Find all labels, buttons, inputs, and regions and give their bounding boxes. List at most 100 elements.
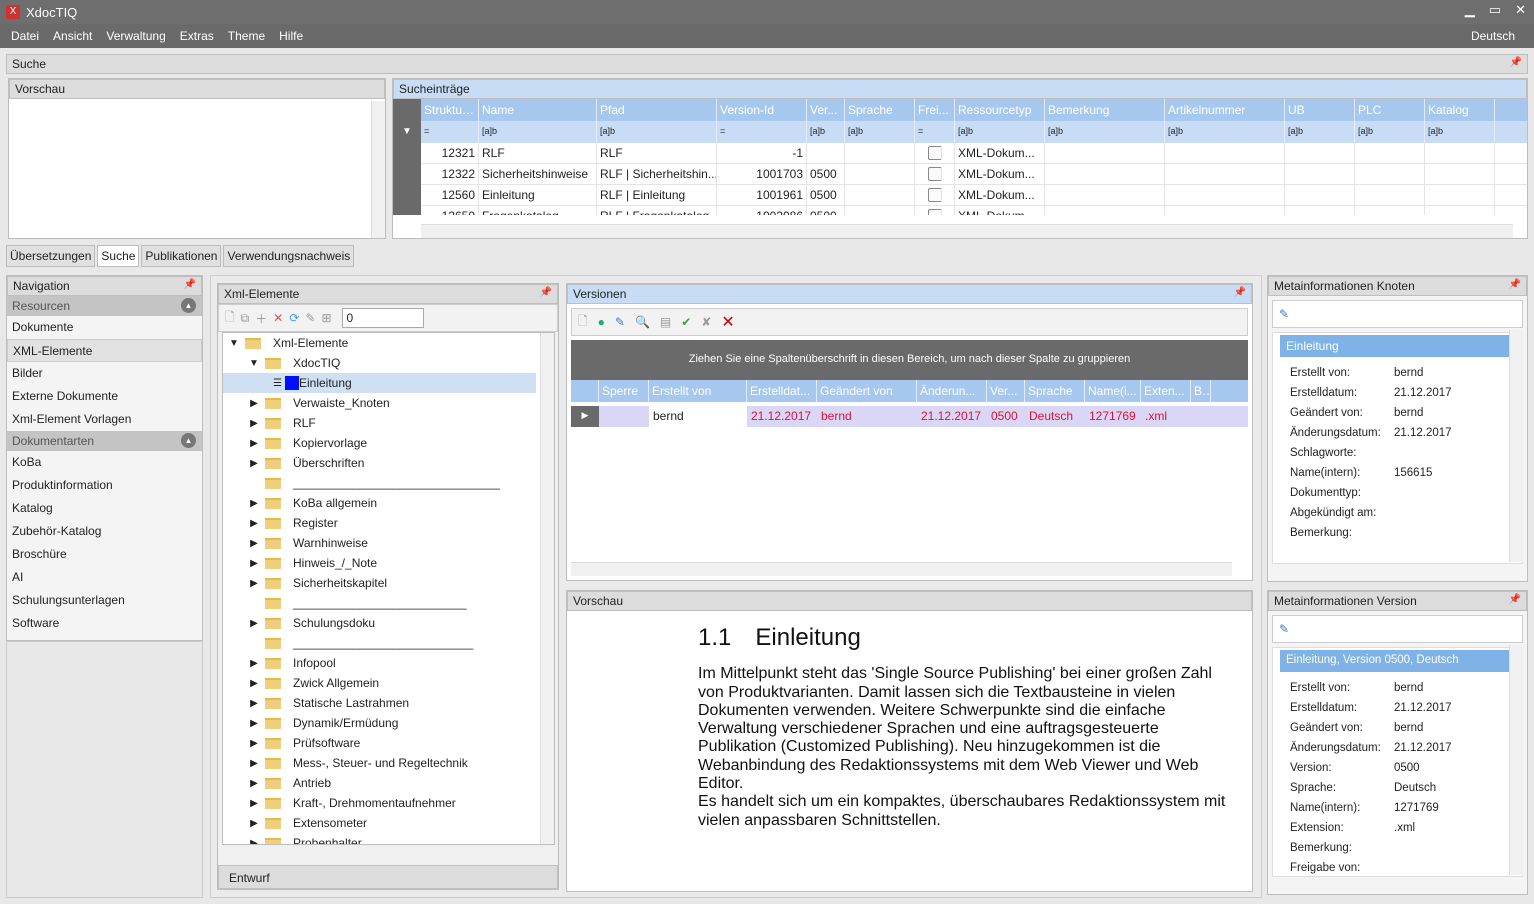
expand-arrow-icon[interactable]: ▶ [247,518,261,529]
menu-datei[interactable]: Datei [4,29,46,43]
delete-icon[interactable]: ✕ [273,311,283,325]
pin-icon[interactable]: 📌 [1509,279,1521,290]
pin-icon[interactable]: 📌 [1510,57,1522,68]
expand-arrow-icon[interactable]: ▶ [247,498,261,509]
column-header[interactable]: Name(i... [1085,380,1141,402]
chevron-up-icon[interactable]: ▲ [181,298,196,313]
new-document-icon[interactable]: 🗋 [225,308,235,329]
tree-node[interactable]: ▶ Probenhalter [223,833,554,844]
column-header[interactable]: Änderun... [917,380,987,402]
expand-arrow-icon[interactable]: ▶ [247,658,261,669]
menu-ansicht[interactable]: Ansicht [46,29,99,43]
column-header[interactable]: Sperre [599,380,649,402]
expand-arrow-icon[interactable]: ▶ [247,698,261,709]
tree-node[interactable]: ▼ Xml-Elemente [223,333,554,353]
preview-icon[interactable]: 🔍 [635,315,650,329]
column-header[interactable]: Ben [1191,380,1211,402]
pin-icon[interactable]: 📌 [540,287,552,298]
table-row[interactable]: 12560 Einleitung RLF | Einleitung 1001961 05… [421,185,1527,206]
tab-suche[interactable]: Suche [97,245,140,267]
meta-node-scrollbar[interactable] [1509,330,1523,562]
tree-node[interactable]: ▼ XdocTIQ [223,353,554,373]
tree-node[interactable]: _______________________________ [223,473,554,493]
release-checkbox[interactable] [927,209,942,215]
tree-node[interactable]: ▶ Verwaiste_Knoten [223,393,554,413]
edit-icon[interactable]: ✎ [305,311,315,325]
expand-arrow-icon[interactable]: ▶ [247,418,261,429]
column-filter[interactable]: = [915,121,955,143]
language-menu[interactable]: Deutsch [1464,29,1522,43]
column-header[interactable]: Ver... [807,99,845,121]
edit-meta-icon[interactable]: ✎ [1279,622,1289,636]
expand-arrow-icon[interactable]: ▶ [247,738,261,749]
release-checkbox[interactable] [927,167,942,181]
approve-icon[interactable]: ✔ [681,315,691,329]
nav-item[interactable]: KoBa [7,451,202,474]
expand-arrow-icon[interactable]: ▶ [247,578,261,589]
tree-node[interactable]: ___________________________ [223,633,554,653]
expand-arrow-icon[interactable]: ▶ [247,398,261,409]
column-header[interactable]: Frei... [915,99,955,121]
menu-theme[interactable]: Theme [221,29,272,43]
tab-publikationen[interactable]: Publikationen [141,245,222,267]
expand-arrow-icon[interactable]: ▶ [247,718,261,729]
column-header[interactable]: Artikelnummer [1165,99,1285,121]
tree-node[interactable]: __________________________ [223,593,554,613]
column-header[interactable]: Geändert von [817,380,917,402]
column-header[interactable]: Pfad [597,99,717,121]
pin-icon[interactable]: 📌 [184,279,196,290]
tree-node[interactable]: ☰ Einleitung [223,373,536,393]
tree-node[interactable]: ▶ Dynamik/Ermüdung [223,713,554,733]
filter-icon[interactable]: ▼ [393,99,421,215]
column-filter[interactable]: [a]b [807,121,845,143]
tree-node[interactable]: ▶ Kopiervorlage [223,433,554,453]
refresh-icon[interactable]: ⟳ [289,311,299,325]
column-header[interactable]: Erstelldat... [747,380,817,402]
column-header[interactable]: Sprache [845,99,915,121]
column-filter[interactable]: [a]b [597,121,717,143]
column-filter[interactable]: = [421,121,479,143]
column-header[interactable]: PLC [1355,99,1425,121]
globe-add-icon[interactable]: ● [598,315,605,329]
nav-item[interactable]: Dokumente [7,316,202,339]
tree-node[interactable]: ▶ Infopool [223,653,554,673]
preview-scrollbar[interactable] [371,101,385,238]
tab-verwendungsnachweis[interactable]: Verwendungsnachweis [223,245,355,267]
tree-node[interactable]: ▶ Kraft-, Drehmomentaufnehmer [223,793,554,813]
nav-item[interactable]: Broschüre [7,543,202,566]
expand-arrow-icon[interactable]: ▶ [247,818,261,829]
meta-version-scrollbar[interactable] [1509,645,1523,875]
versions-hscrollbar[interactable] [571,562,1232,576]
tree-node[interactable]: ▶ Zwick Allgemein [223,673,554,693]
tree-node[interactable]: ▶ Überschriften [223,453,554,473]
add-version-icon[interactable]: 🗋 [578,312,588,333]
add-icon[interactable]: ＋ [255,310,267,327]
column-filter[interactable]: [a]b [1425,121,1495,143]
release-checkbox[interactable] [927,146,942,160]
edit-version-icon[interactable]: ✎ [615,315,625,329]
version-row[interactable]: ▶ bernd 21.12.2017 bernd 21.12.2017 0500 Deut… [571,406,1248,427]
database-icon[interactable]: ▤ [660,315,671,329]
tab-übersetzungen[interactable]: Übersetzungen [6,245,96,267]
nav-item[interactable]: Produktinformation [7,474,202,497]
tree-node[interactable]: ▶ Hinweis_/_Note [223,553,554,573]
column-header[interactable]: Bemerkung [1045,99,1165,121]
menu-hilfe[interactable]: Hilfe [272,29,310,43]
expand-arrow-icon[interactable]: ▶ [247,558,261,569]
tree-node[interactable]: ▶ Statische Lastrahmen [223,693,554,713]
menu-verwaltung[interactable]: Verwaltung [99,29,172,43]
hierarchy-icon[interactable]: ⊞ [321,311,331,325]
row-selector-icon[interactable]: ▶ [571,406,599,427]
column-filter[interactable]: [a]b [1045,121,1165,143]
column-filter[interactable]: [a]b [955,121,1045,143]
nav-item[interactable]: Katalog [7,497,202,520]
expand-arrow-icon[interactable]: ▶ [247,438,261,449]
minimize-button[interactable]: ▁ [1465,2,1475,18]
column-filter[interactable]: [a]b [1285,121,1355,143]
column-header[interactable]: Struktur... [421,99,479,121]
maximize-button[interactable]: ▭ [1489,2,1501,18]
level-input[interactable]: 0 [341,308,424,328]
nav-item[interactable]: Zubehör-Katalog [7,520,202,543]
column-header[interactable]: Ressourcetyp [955,99,1045,121]
tree-node[interactable]: ▶ Extensometer [223,813,554,833]
